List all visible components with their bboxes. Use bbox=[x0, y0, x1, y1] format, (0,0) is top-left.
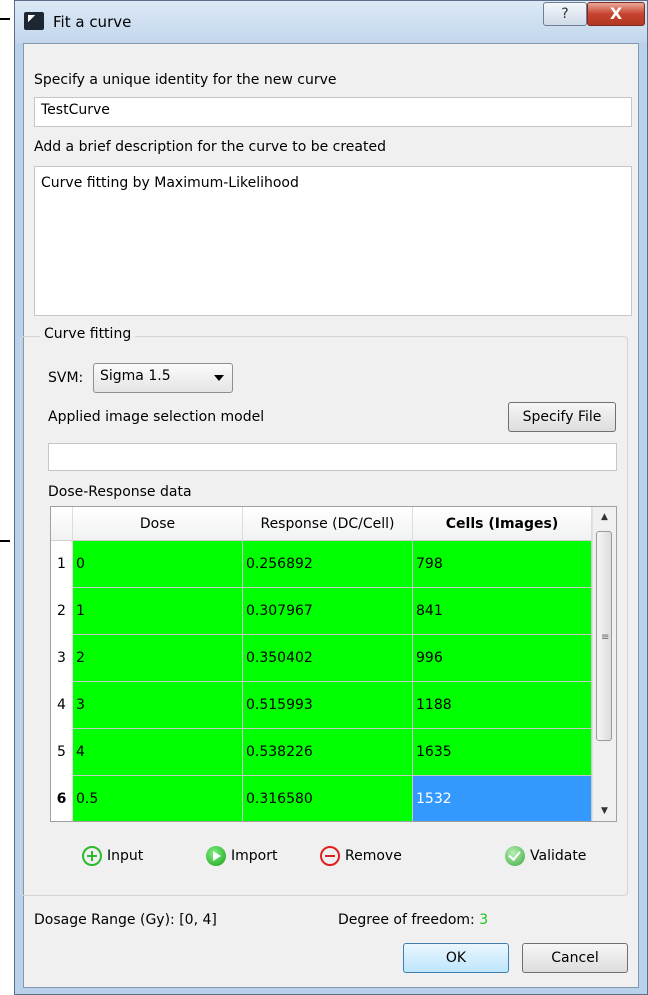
cancel-button[interactable]: Cancel bbox=[522, 943, 628, 973]
remove-button[interactable]: Remove bbox=[320, 846, 402, 866]
table-cell-response[interactable]: 0.256892 bbox=[243, 541, 413, 588]
svm-select[interactable]: Sigma 1.5 bbox=[93, 363, 233, 393]
dof-value: 3 bbox=[479, 912, 489, 928]
row-header[interactable]: 5 bbox=[51, 729, 73, 776]
background-edge-mark bbox=[0, 540, 10, 542]
column-header-cells[interactable]: Cells (Images) bbox=[413, 507, 592, 541]
identity-input[interactable]: TestCurve bbox=[34, 97, 632, 127]
ok-button[interactable]: OK bbox=[403, 943, 509, 973]
table-cell-dose[interactable]: 0.5 bbox=[73, 776, 243, 821]
background-edge-mark bbox=[0, 18, 10, 20]
table-corner bbox=[51, 507, 73, 541]
validate-button-label: Validate bbox=[530, 848, 587, 864]
table-cell-cells[interactable]: 1635 bbox=[413, 729, 592, 776]
row-header[interactable]: 1 bbox=[51, 541, 73, 588]
scroll-down-arrow-icon[interactable]: ▼ bbox=[593, 801, 616, 821]
scroll-thumb[interactable]: ≡ bbox=[596, 531, 612, 741]
check-circle-icon bbox=[505, 846, 525, 866]
svm-label: SVM: bbox=[48, 370, 84, 386]
table-cell-cells[interactable]: 1532 bbox=[413, 776, 592, 821]
column-header-response[interactable]: Response (DC/Cell) bbox=[243, 507, 413, 541]
table-cell-response[interactable]: 0.515993 bbox=[243, 682, 413, 729]
table-cell-cells[interactable]: 841 bbox=[413, 588, 592, 635]
model-file-input[interactable] bbox=[48, 443, 617, 471]
chevron-down-icon bbox=[214, 375, 224, 381]
row-header[interactable]: 2 bbox=[51, 588, 73, 635]
description-label: Add a brief description for the curve to… bbox=[34, 139, 386, 155]
table-cell-cells[interactable]: 996 bbox=[413, 635, 592, 682]
identity-label: Specify a unique identity for the new cu… bbox=[34, 72, 337, 88]
table-cell-cells[interactable]: 1188 bbox=[413, 682, 592, 729]
curve-fitting-title: Curve fitting bbox=[40, 326, 136, 342]
input-button-label: Input bbox=[107, 848, 144, 864]
table-cell-response[interactable]: 0.538226 bbox=[243, 729, 413, 776]
scroll-up-arrow-icon[interactable]: ▲ bbox=[593, 507, 616, 527]
add-circle-icon bbox=[82, 846, 102, 866]
model-label: Applied image selection model bbox=[48, 409, 265, 425]
row-header[interactable]: 3 bbox=[51, 635, 73, 682]
degree-of-freedom: Degree of freedom: 3 bbox=[338, 912, 488, 928]
dose-response-table: Dose Response (DC/Cell) Cells (Images) 1… bbox=[50, 506, 617, 822]
table-cell-response[interactable]: 0.316580 bbox=[243, 776, 413, 821]
row-header[interactable]: 6 bbox=[51, 776, 73, 821]
app-icon bbox=[24, 12, 44, 30]
svm-selected-value: Sigma 1.5 bbox=[100, 368, 171, 384]
title-bar[interactable]: Fit a curve ? X bbox=[15, 1, 647, 43]
table-cell-dose[interactable]: 2 bbox=[73, 635, 243, 682]
dof-label: Degree of freedom: bbox=[338, 912, 475, 928]
table-cell-dose[interactable]: 0 bbox=[73, 541, 243, 588]
play-circle-icon bbox=[206, 846, 226, 866]
table-cell-dose[interactable]: 1 bbox=[73, 588, 243, 635]
column-header-dose[interactable]: Dose bbox=[73, 507, 243, 541]
table-scrollbar[interactable]: ▲ ≡ ▼ bbox=[592, 507, 616, 821]
validate-button[interactable]: Validate bbox=[505, 846, 586, 866]
input-button[interactable]: Input bbox=[82, 846, 143, 866]
table-cell-dose[interactable]: 4 bbox=[73, 729, 243, 776]
table-cell-response[interactable]: 0.350402 bbox=[243, 635, 413, 682]
description-textarea[interactable]: Curve fitting by Maximum-Likelihood bbox=[34, 166, 632, 316]
grip-icon: ≡ bbox=[601, 632, 610, 643]
table-cell-cells[interactable]: 798 bbox=[413, 541, 592, 588]
table-cell-dose[interactable]: 3 bbox=[73, 682, 243, 729]
table-cell-response[interactable]: 0.307967 bbox=[243, 588, 413, 635]
remove-button-label: Remove bbox=[345, 848, 402, 864]
close-button[interactable]: X bbox=[587, 2, 645, 26]
remove-circle-icon bbox=[320, 846, 340, 866]
help-button[interactable]: ? bbox=[543, 2, 587, 26]
window-title: Fit a curve bbox=[53, 13, 132, 31]
specify-file-button[interactable]: Specify File bbox=[508, 402, 616, 432]
import-button-label: Import bbox=[231, 848, 278, 864]
import-button[interactable]: Import bbox=[206, 846, 277, 866]
dosage-range-label: Dosage Range (Gy): [0, 4] bbox=[34, 912, 217, 928]
dose-response-label: Dose-Response data bbox=[48, 484, 192, 500]
row-header[interactable]: 4 bbox=[51, 682, 73, 729]
